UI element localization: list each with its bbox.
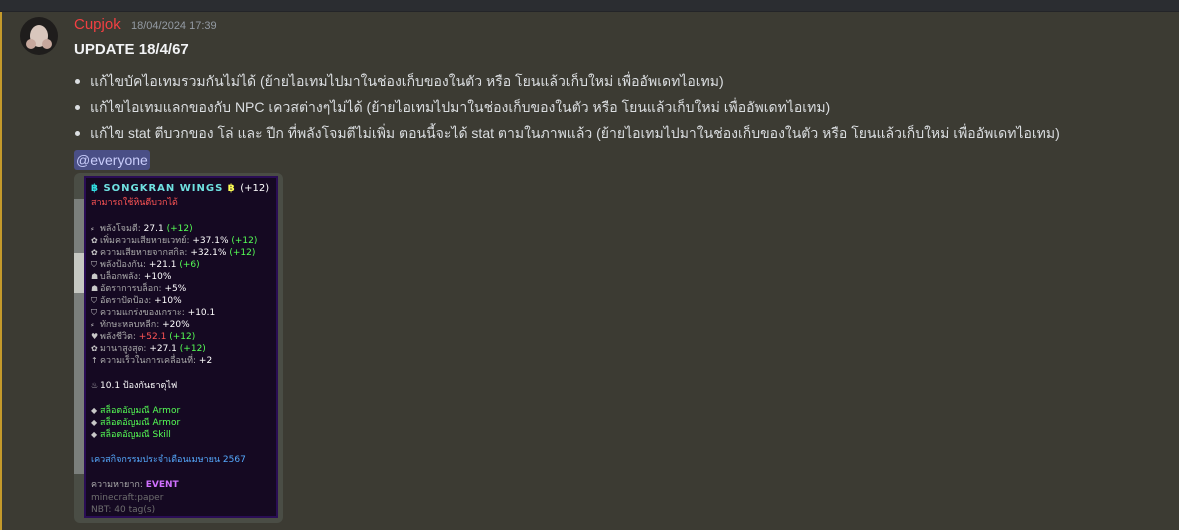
gem-icon: ◆	[91, 406, 98, 415]
stat-row: ⸗ พลังโจมตี: 27.1 (+12)	[91, 224, 193, 234]
avatar-shape-left	[26, 39, 36, 49]
flower-icon: ✿	[91, 344, 98, 353]
everyone-mention[interactable]: @everyone	[74, 150, 150, 170]
fire-resist-row: ♨ 10.1 ป้องกันธาตุไฟ	[91, 381, 178, 391]
gem-slot-row: ◆ สล็อตอัญมณี Armor	[91, 418, 181, 428]
avatar[interactable]	[20, 17, 58, 55]
rarity-value: EVENT	[145, 480, 179, 490]
arrow-up-icon: ↑	[91, 356, 98, 365]
quest-text: เควสกิจกรรมประจำเดือนเมษายน 2567	[91, 455, 246, 465]
sword-icon: ⸗	[91, 224, 94, 233]
mention-accent-bar	[0, 12, 2, 530]
dodge-icon: ⸗	[91, 320, 94, 329]
username[interactable]: Cupjok	[74, 16, 121, 33]
shield-icon: ⛉	[91, 260, 97, 269]
list-item: แก้ไขไอเทมแลกของกับ NPC เควสต่างๆไม่ได้ …	[74, 96, 1060, 122]
list-item: แก้ไขบัคไอเทมรวมกันไม่ได้ (ย้ายไอเทมไปมา…	[74, 70, 1060, 96]
top-bar	[0, 0, 1179, 12]
block-icon: ☗	[91, 272, 99, 281]
update-title: UPDATE 18/4/67	[74, 41, 189, 58]
stat-row: ☗ บล็อกพลัง: +10%	[91, 272, 172, 282]
item-namespace: minecraft:paper	[91, 493, 164, 503]
gem-icon: ◆	[91, 430, 98, 439]
image-background-detail	[74, 253, 84, 293]
avatar-shape-right	[42, 39, 52, 49]
stat-row: ⛉ ความแกร่งของเกราะ: +10.1	[91, 308, 216, 318]
flower-icon: ✿	[91, 248, 98, 257]
stat-row: ♥ พลังชีวิต: +52.1 (+12)	[91, 332, 196, 342]
item-tooltip: ฿ SONGKRAN WINGS ฿ (+12) สามารถใช้หินตีบ…	[84, 176, 278, 518]
list-item: แก้ไข stat ตีบวกของ โล่ และ ปีก ที่พลังโ…	[74, 122, 1060, 148]
wing-icon: ฿	[91, 183, 99, 194]
stat-row: ✿ เพิ่มความเสียหายเวทย์: +37.1% (+12)	[91, 236, 258, 246]
stat-row: ⸗ ทักษะหลบหลีก: +20%	[91, 320, 190, 330]
update-list: แก้ไขบัคไอเทมรวมกันไม่ได้ (ย้ายไอเทมไปมา…	[74, 70, 1060, 148]
stat-row: ☗ อัตราการบล็อก: +5%	[91, 284, 187, 294]
flower-icon: ✿	[91, 236, 98, 245]
gem-slot-row: ◆ สล็อตอัญมณี Armor	[91, 406, 181, 416]
stat-row: ↑ ความเร็วในการเคลื่อนที่: +2	[91, 356, 213, 366]
tooltip-title: ฿ SONGKRAN WINGS ฿ (+12)	[91, 183, 269, 195]
shield-icon: ⛉	[91, 308, 97, 317]
wing-icon: ฿	[227, 183, 236, 194]
stat-row: ✿ มานาสูงสุด: +27.1 (+12)	[91, 344, 206, 354]
heart-icon: ♥	[91, 332, 99, 341]
stat-row: ✿ ความเสียหายจากสกิล: +32.1% (+12)	[91, 248, 256, 258]
attached-image[interactable]: ฿ SONGKRAN WINGS ฿ (+12) สามารถใช้หินตีบ…	[74, 173, 283, 523]
timestamp[interactable]: 18/04/2024 17:39	[131, 20, 217, 32]
gem-slot-row: ◆ สล็อตอัญมณี Skill	[91, 430, 171, 440]
block-icon: ☗	[91, 284, 99, 293]
stat-row: ⛉ พลังป้องกัน: +21.1 (+6)	[91, 260, 200, 270]
fire-icon: ♨	[91, 381, 99, 390]
shield-icon: ⛉	[91, 296, 97, 305]
gem-icon: ◆	[91, 418, 98, 427]
item-name: SONGKRAN WINGS	[103, 183, 224, 194]
rarity-row: ความหายาก: EVENT	[91, 480, 179, 490]
nbt-info: NBT: 40 tag(s)	[91, 505, 156, 515]
stat-row: ⛉ อัตราปัดป้อง: +10%	[91, 296, 182, 306]
enhance-level: (+12)	[240, 183, 270, 194]
tooltip-subtitle: สามารถใช้หินตีบวกได้	[91, 198, 178, 208]
